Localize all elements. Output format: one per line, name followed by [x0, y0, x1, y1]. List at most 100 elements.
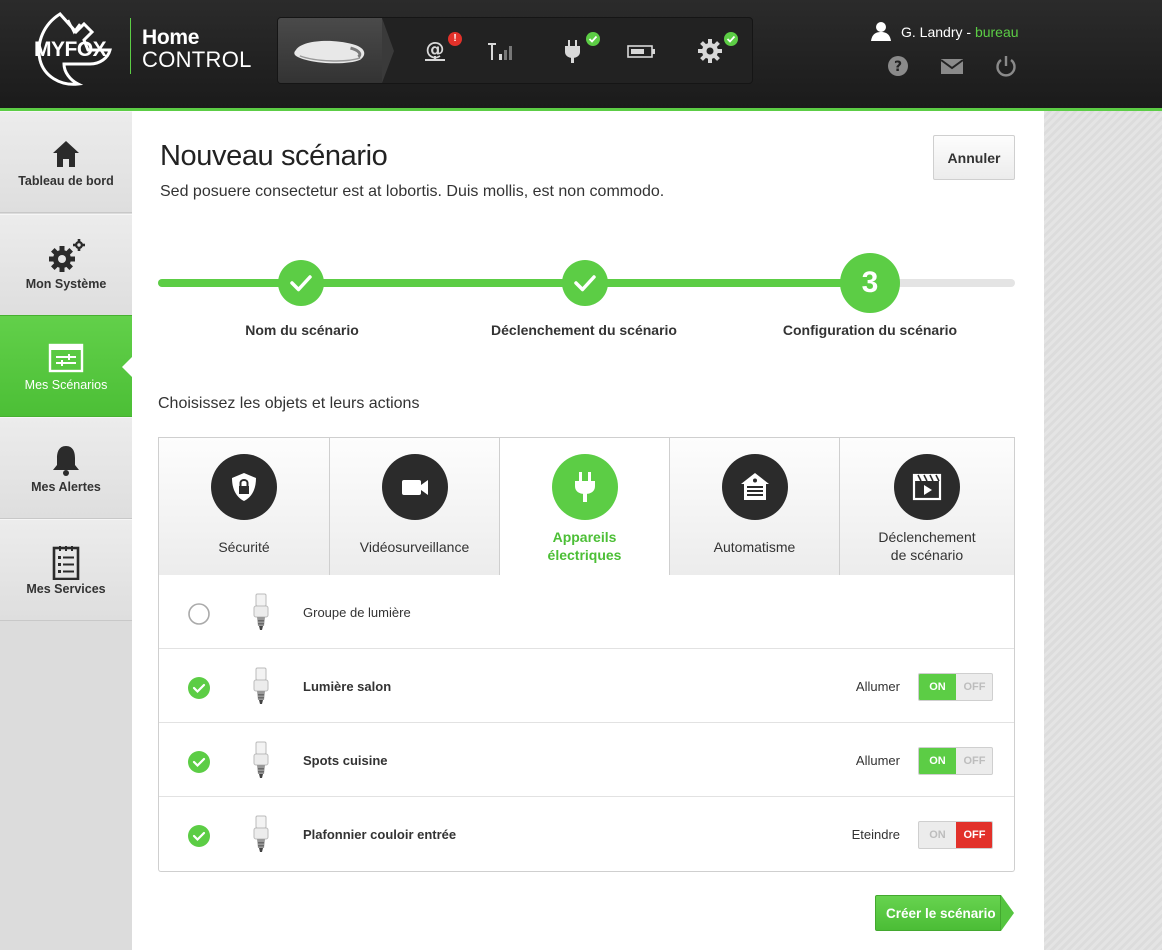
battery-icon[interactable]	[626, 38, 656, 64]
toggle-off[interactable]: OFF	[956, 674, 992, 700]
step-label-1: Nom du scénario	[245, 322, 359, 338]
sidebar-item-label: Mes Services	[26, 582, 106, 596]
toggle-on[interactable]: ON	[919, 674, 956, 700]
shield-lock-icon	[232, 473, 256, 501]
sidebar-item-alerts[interactable]: Mes Alertes	[0, 417, 132, 519]
device-arrow	[382, 18, 394, 83]
toggle-on[interactable]: ON	[919, 748, 956, 774]
category-icon-circle	[211, 454, 277, 520]
check-badge	[724, 32, 738, 46]
category-label: Sécurité	[218, 539, 270, 555]
user-name: G. Landry	[901, 24, 963, 40]
bulb-socket-icon	[253, 815, 269, 852]
category-label: Vidéosurveillance	[359, 539, 470, 555]
cancel-button[interactable]: Annuler	[933, 135, 1015, 180]
check-icon	[574, 275, 596, 292]
tab-declenchement-scenario[interactable]: Déclenchement de scénario	[840, 438, 1014, 577]
sidebar-item-label: Tableau de bord	[18, 174, 114, 188]
device-icon	[294, 40, 365, 64]
sidebar-item-label: Mes Scénarios	[24, 378, 108, 392]
svg-text:?: ?	[894, 59, 902, 75]
category-icon-circle	[721, 454, 788, 520]
create-scenario-button[interactable]: Créer le scénario	[875, 895, 1001, 931]
sidebar-item-services[interactable]: Mes Services	[0, 519, 132, 621]
sidebar: Tableau de bord Mon Système Mes Scénario…	[0, 111, 133, 950]
brand-control: CONTROL	[142, 47, 252, 72]
sidebar-item-dashboard[interactable]: Tableau de bord	[0, 111, 132, 213]
on-off-toggle[interactable]: ON OFF	[918, 673, 993, 701]
create-button-arrow	[1001, 895, 1014, 931]
tab-securite[interactable]: Sécurité	[159, 438, 330, 577]
device-name: Lumière salon	[303, 679, 392, 694]
device-action: Allumer	[855, 679, 900, 694]
user-icon	[871, 22, 891, 41]
step-3-current[interactable]: 3	[840, 253, 900, 313]
device-name: Plafonnier couloir entrée	[303, 827, 457, 842]
clapper-icon	[912, 473, 942, 501]
camera-icon	[401, 480, 428, 495]
garage-icon	[740, 473, 769, 500]
sidebar-item-label: Mes Alertes	[31, 480, 101, 494]
power-icon[interactable]	[994, 55, 1018, 77]
gears-icon	[49, 239, 85, 272]
radio-unchecked-icon[interactable]	[188, 603, 210, 625]
tab-appareils-electriques[interactable]: Appareils électriques	[500, 438, 670, 577]
bulb-socket-icon	[253, 741, 269, 778]
step-2-done[interactable]	[562, 260, 608, 306]
check-badge	[586, 32, 600, 46]
on-off-toggle[interactable]: ON OFF	[918, 821, 993, 849]
tab-automatisme[interactable]: Automatisme	[670, 438, 840, 577]
toggle-off[interactable]: OFF	[956, 822, 992, 848]
alert-badge: !	[448, 32, 462, 46]
check-circle-icon[interactable]	[188, 751, 210, 773]
category-icon-circle	[381, 454, 448, 520]
check-icon	[290, 275, 312, 292]
gear-icon[interactable]	[695, 38, 725, 64]
tab-videosurveillance[interactable]: Vidéosurveillance	[330, 438, 500, 577]
on-off-toggle[interactable]: ON OFF	[918, 747, 993, 775]
user-label: G. Landry - bureau	[901, 24, 1019, 40]
check-circle-icon[interactable]	[188, 677, 210, 699]
progress-fill	[158, 279, 870, 287]
device-action: Eteindre	[851, 827, 900, 842]
mail-icon[interactable]	[940, 55, 964, 77]
list-item[interactable]: Plafonnier couloir entrée Eteindre ON OF…	[159, 797, 1014, 871]
device-status[interactable]	[278, 18, 382, 83]
plug-icon	[574, 472, 595, 502]
device-list: Groupe de lumière Lumière salon Allumer …	[158, 575, 1015, 872]
page-title: Nouveau scénario	[160, 140, 388, 172]
toggle-off[interactable]: OFF	[956, 748, 992, 774]
sidebar-item-system[interactable]: Mon Système	[0, 214, 132, 316]
category-icon-circle	[894, 454, 960, 520]
category-label: Déclenchement de scénario	[878, 529, 976, 563]
help-icon[interactable]: ?	[886, 55, 910, 77]
device-name: Groupe de lumière	[303, 605, 411, 620]
list-item[interactable]: Lumière salon Allumer ON OFF	[159, 649, 1014, 723]
step-label-3: Configuration du scénario	[782, 322, 958, 338]
signal-antenna-icon[interactable]	[487, 38, 517, 64]
step-1-done[interactable]	[278, 260, 324, 306]
device-name: Spots cuisine	[303, 753, 388, 768]
category-icon-circle	[551, 454, 618, 520]
home-icon	[53, 141, 79, 167]
sidebar-item-scenarios[interactable]: Mes Scénarios	[0, 315, 133, 417]
user-place: bureau	[974, 24, 1019, 40]
scenario-icon	[48, 343, 84, 373]
section-title: Choisissez les objets et leurs actions	[158, 395, 420, 412]
list-item[interactable]: Groupe de lumière	[159, 575, 1014, 649]
top-bar: MYFOX Home CONTROL @ ! G. Landry - burea…	[0, 0, 1162, 108]
bell-icon	[53, 446, 79, 476]
bulb-socket-icon	[253, 593, 269, 630]
brand-separator	[130, 18, 131, 74]
clipboard-icon	[52, 546, 80, 580]
email-network-icon[interactable]: @	[420, 38, 450, 64]
page-subtitle: Sed posuere consectetur est at lobortis.…	[160, 183, 665, 200]
brand-wordmark: MYFOX	[34, 38, 107, 61]
device-action: Allumer	[855, 753, 900, 768]
toggle-on[interactable]: ON	[919, 822, 956, 848]
user-separator: -	[962, 24, 975, 40]
check-circle-icon[interactable]	[188, 825, 210, 847]
power-plug-icon[interactable]	[558, 38, 588, 64]
sidebar-item-label: Mon Système	[25, 277, 107, 291]
list-item[interactable]: Spots cuisine Allumer ON OFF	[159, 723, 1014, 797]
